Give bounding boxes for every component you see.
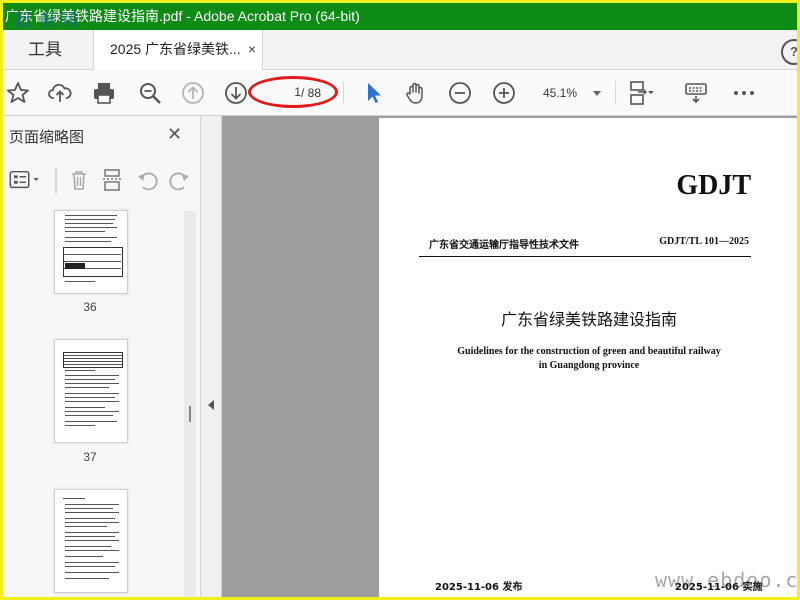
sidebar-close-icon[interactable]: ✕ [167,124,182,145]
sidebar-title: 页面缩略图 [9,129,85,146]
toolbar-separator [343,81,344,105]
page-thumbnail[interactable] [54,489,128,593]
chevron-down-icon [593,91,601,96]
window-title: 广东省绿美铁路建设指南.pdf - Adobe Acrobat Pro (64-… [5,8,360,24]
document-title-en-line2: in Guangdong province [538,360,640,371]
document-title-cn: 广东省绿美铁路建设指南 [500,310,677,329]
tab-close-icon[interactable]: × [248,30,256,69]
rotate-left-icon[interactable] [135,168,161,194]
toolbar-separator [615,81,616,105]
document-viewport[interactable]: GDJT 广东省交通运输厅指导性技术文件 GDJT/TL 101—2025 广东… [222,116,797,597]
hand-tool-icon[interactable] [403,80,429,106]
thumbnail-scrollbar[interactable] [184,211,196,597]
chevron-left-icon [208,400,214,410]
bookmark-star-icon[interactable] [5,80,31,106]
tab-document-label: 2025 广东省绿美铁... [110,41,241,57]
rotate-right-icon[interactable] [168,168,194,194]
page-number-input[interactable] [261,82,301,102]
sidebar-separator [55,168,57,194]
tab-tools[interactable]: 工具 [3,30,87,69]
document-code: GDJT/TL 101—2025 [659,236,749,247]
print-icon[interactable] [91,80,117,106]
page-navigator: / 88 [257,80,335,106]
thumbnail-sidebar: 页面缩略图 ✕ 36 37 [3,116,201,597]
tab-document[interactable]: 2025 广东省绿美铁... × [93,30,263,70]
keyboard-tool-icon[interactable] [683,80,709,106]
thumbnail-scroll-thumb[interactable] [189,406,191,422]
document-page: GDJT 广东省交通运输厅指导性技术文件 GDJT/TL 101—2025 广东… [379,118,797,597]
cloud-upload-icon[interactable] [47,80,73,106]
header-rule [419,256,751,257]
thumbnail-page-number: 37 [83,450,97,464]
page-total: / 88 [301,86,322,100]
delete-page-icon[interactable] [67,168,93,194]
document-department: 广东省交通运输厅指导性技术文件 [429,240,579,251]
thumbnail-page-number: 36 [83,300,97,314]
document-title-en-line1: Guidelines for the construction of green… [457,346,721,357]
zoom-out-icon[interactable] [447,80,473,106]
zoom-level-value: 45.1% [543,86,578,100]
window-title-bar: 广东省绿美铁路建设指南.pdf - Adobe Acrobat Pro (64-… [3,3,797,30]
tab-bar: 工具 2025 广东省绿美铁... × ? [3,30,797,70]
zoom-search-icon[interactable] [137,80,163,106]
zoom-in-icon[interactable] [491,80,517,106]
thumbnail-list: 36 37 [3,206,183,597]
sidebar-collapse-handle[interactable] [201,116,222,597]
document-logo: GDJT [676,170,751,201]
help-icon[interactable]: ? [781,39,797,65]
more-options-icon[interactable] [731,80,757,106]
zoom-level-select[interactable]: 45.1% [533,81,607,105]
thumbnail-options-icon[interactable] [7,168,45,194]
app-window: 广东省绿美铁路建设指南.pdf - Adobe Acrobat Pro (64-… [0,0,800,600]
implement-date: 2025-11-06 实施 [675,582,763,593]
sidebar-toolbar [3,164,200,200]
next-page-icon[interactable] [223,80,249,106]
publish-date: 2025-11-06 发布 [435,582,523,593]
previous-page-icon[interactable] [180,80,206,106]
page-display-icon[interactable] [627,80,654,106]
main-toolbar: / 88 45.1% [3,70,797,116]
select-cursor-icon[interactable] [361,80,387,106]
page-thumbnail[interactable] [54,210,128,294]
extract-page-icon[interactable] [101,168,127,194]
page-thumbnail[interactable] [54,339,128,443]
